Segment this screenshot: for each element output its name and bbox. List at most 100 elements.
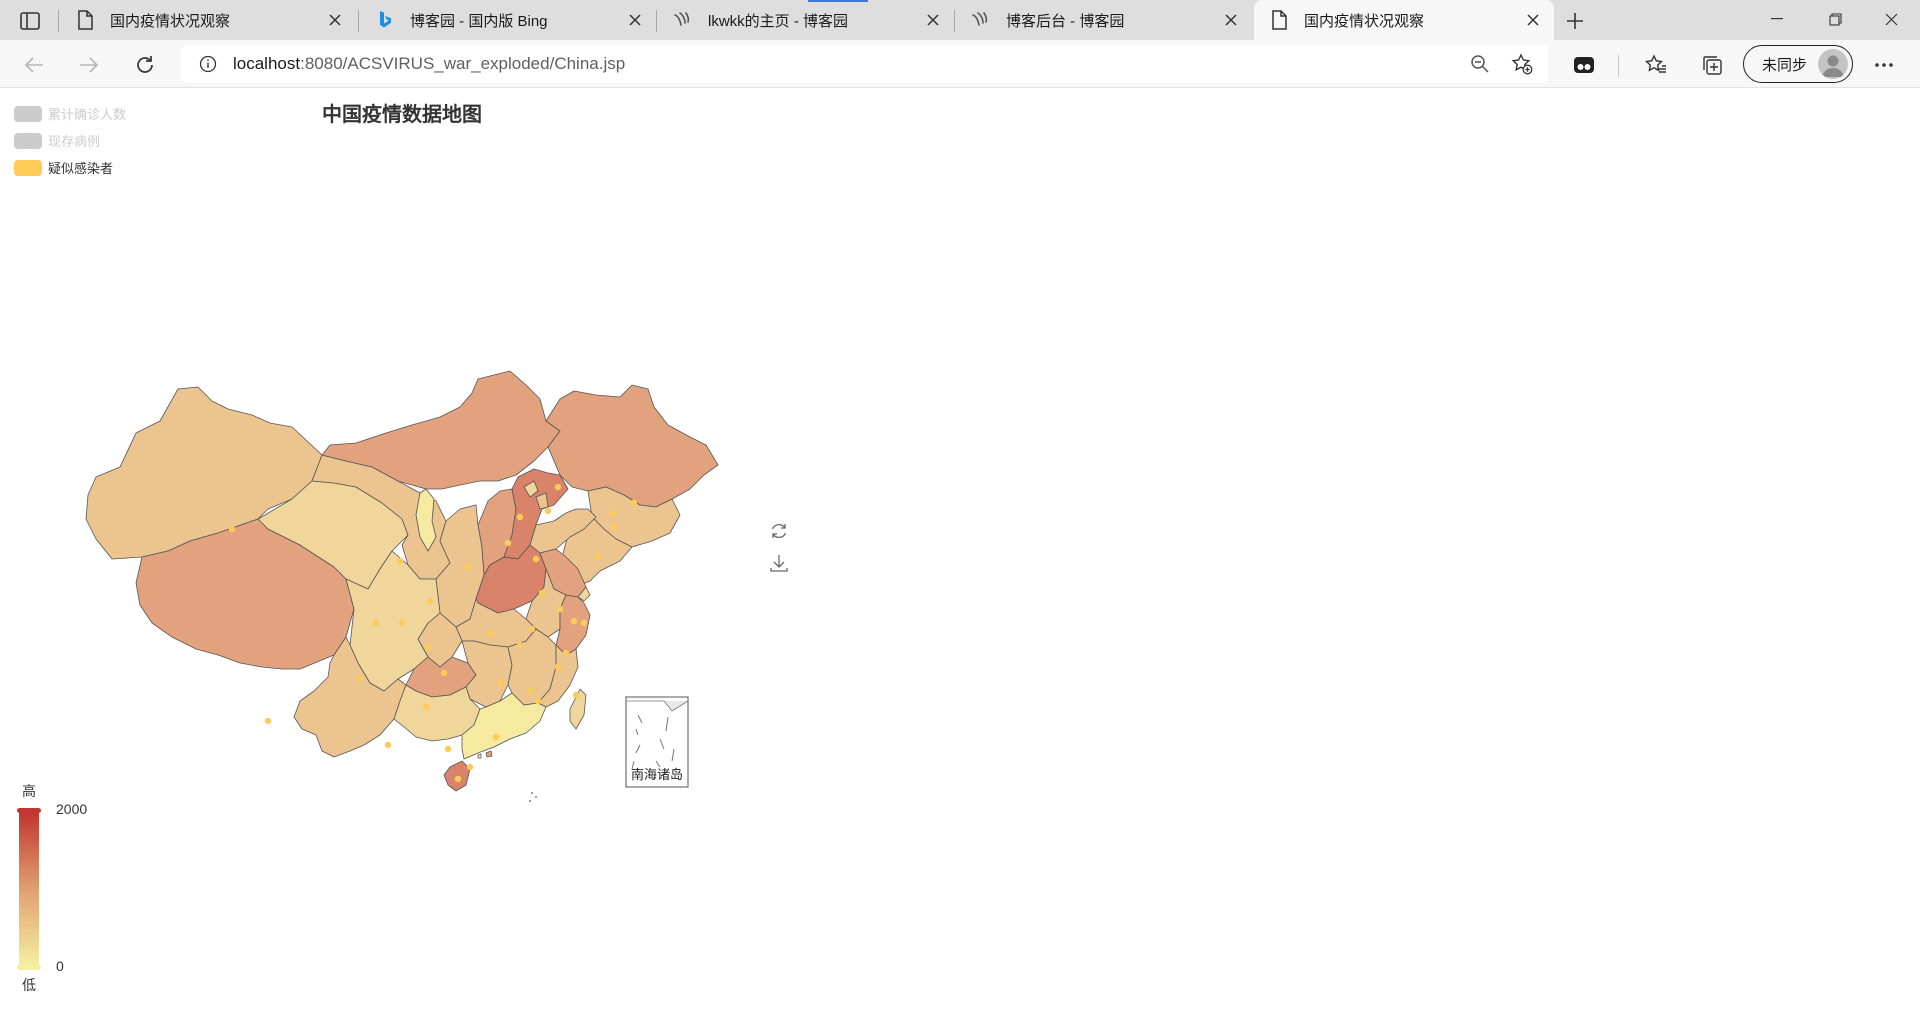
map-point[interactable]: [356, 675, 364, 683]
page-icon: [74, 9, 96, 31]
map-point[interactable]: [486, 629, 494, 637]
region-macau[interactable]: [477, 753, 482, 759]
map-point[interactable]: [424, 643, 432, 651]
avatar: [1818, 49, 1848, 79]
close-window-icon[interactable]: [1862, 0, 1920, 38]
map-point[interactable]: [630, 499, 638, 507]
map-point[interactable]: [544, 507, 552, 515]
tab-2[interactable]: 博客园 - 国内版 Bing: [360, 0, 656, 40]
map-point[interactable]: [426, 597, 434, 605]
visual-map-gradient[interactable]: [16, 808, 42, 972]
island-marks: [529, 792, 537, 802]
map-point[interactable]: [454, 775, 462, 783]
map-point[interactable]: [538, 589, 546, 597]
map-point[interactable]: [532, 555, 540, 563]
map-point[interactable]: [526, 687, 534, 695]
back-icon[interactable]: [18, 49, 50, 81]
tab-separator: [656, 10, 657, 32]
close-icon[interactable]: [1216, 5, 1246, 35]
tab-1[interactable]: 国内疫情状况观察: [60, 0, 356, 40]
map-point[interactable]: [570, 617, 578, 625]
map-point[interactable]: [372, 619, 380, 627]
extension-icon[interactable]: [1568, 49, 1600, 81]
region-heilongjiang[interactable]: [545, 384, 719, 508]
map-point[interactable]: [422, 703, 430, 711]
map-point[interactable]: [562, 649, 570, 657]
bing-icon: [374, 9, 396, 31]
map-point[interactable]: [534, 697, 542, 705]
map-point[interactable]: [396, 557, 404, 565]
map-point[interactable]: [516, 641, 524, 649]
map-point[interactable]: [610, 523, 618, 531]
region-hongkong[interactable]: [485, 750, 493, 758]
more-options-icon[interactable]: [1868, 49, 1900, 81]
inset-label: 南海诸岛: [631, 767, 683, 782]
tab-3[interactable]: lkwkk的主页 - 博客园: [658, 0, 954, 40]
map-point[interactable]: [580, 619, 588, 627]
map-point[interactable]: [384, 741, 392, 749]
url-path: :8080/ACSVIRUS_war_exploded/China.jsp: [300, 54, 626, 73]
close-icon[interactable]: [320, 5, 350, 35]
map-point[interactable]: [516, 513, 524, 521]
toolbar-separator: [1618, 55, 1619, 77]
browser-toolbar: localhost:8080/ACSVIRUS_war_exploded/Chi…: [0, 40, 1920, 88]
restore-icon[interactable]: [768, 520, 790, 542]
map-point[interactable]: [528, 625, 536, 633]
tab-separator: [954, 10, 955, 32]
favorites-icon[interactable]: [1640, 49, 1672, 81]
url-text[interactable]: localhost:8080/ACSVIRUS_war_exploded/Chi…: [233, 54, 1464, 74]
page-content: 累计确诊人数 现存病例 疑似感染者 中国疫情数据地图 南海诸岛 高 2000 0…: [0, 89, 1920, 1030]
map-point[interactable]: [228, 525, 236, 533]
map-point[interactable]: [572, 691, 580, 699]
map-point[interactable]: [398, 619, 406, 627]
map-point[interactable]: [492, 733, 500, 741]
map-point[interactable]: [464, 563, 472, 571]
visual-map-min: 0: [56, 958, 64, 974]
map-point[interactable]: [440, 669, 448, 677]
url-host: localhost: [233, 54, 301, 73]
map-point[interactable]: [496, 679, 504, 687]
tab-title: 国内疫情状况观察: [110, 12, 231, 30]
refresh-icon[interactable]: [129, 49, 161, 81]
forward-icon[interactable]: [73, 49, 105, 81]
close-icon[interactable]: [1518, 5, 1548, 35]
zoom-out-icon[interactable]: [1464, 48, 1496, 80]
tab-separator: [358, 10, 359, 32]
map-point[interactable]: [554, 663, 562, 671]
map-point[interactable]: [466, 763, 474, 771]
map-point[interactable]: [264, 717, 272, 725]
south-china-sea-inset: 南海诸岛: [625, 696, 689, 788]
tab-title: 博客后台 - 博客园: [1006, 12, 1125, 30]
address-bar[interactable]: localhost:8080/ACSVIRUS_war_exploded/Chi…: [181, 45, 1548, 83]
tab-separator: [58, 10, 59, 32]
map-point[interactable]: [554, 483, 562, 491]
map-point[interactable]: [608, 509, 616, 517]
restore-window-icon[interactable]: [1806, 0, 1864, 38]
minimize-icon[interactable]: [1748, 0, 1806, 38]
tab-title: 国内疫情状况观察: [1304, 12, 1425, 30]
visual-map-high-label: 高: [22, 783, 36, 799]
tab-4[interactable]: 博客后台 - 博客园: [956, 0, 1252, 40]
visual-map-max: 2000: [56, 801, 88, 817]
map-point[interactable]: [504, 539, 512, 547]
profile-button[interactable]: 未同步: [1743, 45, 1853, 83]
cnblogs-icon: [970, 9, 992, 31]
map-point[interactable]: [444, 745, 452, 753]
new-tab-icon[interactable]: [1560, 6, 1590, 36]
save-image-icon[interactable]: [768, 552, 790, 574]
map-point[interactable]: [556, 605, 564, 613]
tab-title: lkwkk的主页 - 博客园: [708, 12, 848, 30]
add-favorite-icon[interactable]: [1506, 48, 1538, 80]
close-icon[interactable]: [620, 5, 650, 35]
tab-5-active[interactable]: 国内疫情状况观察: [1254, 0, 1554, 40]
china-map: 南海诸岛: [85, 370, 719, 802]
site-info-icon[interactable]: [195, 51, 221, 77]
page-icon: [1268, 9, 1290, 31]
close-icon[interactable]: [918, 5, 948, 35]
collections-icon[interactable]: [1696, 49, 1728, 81]
profile-sync-label: 未同步: [1762, 56, 1808, 74]
tab-title: 博客园 - 国内版 Bing: [410, 12, 548, 30]
map-point[interactable]: [594, 553, 602, 561]
tab-actions-menu-icon[interactable]: [12, 8, 48, 34]
visual-map-low-label: 低: [22, 977, 36, 993]
